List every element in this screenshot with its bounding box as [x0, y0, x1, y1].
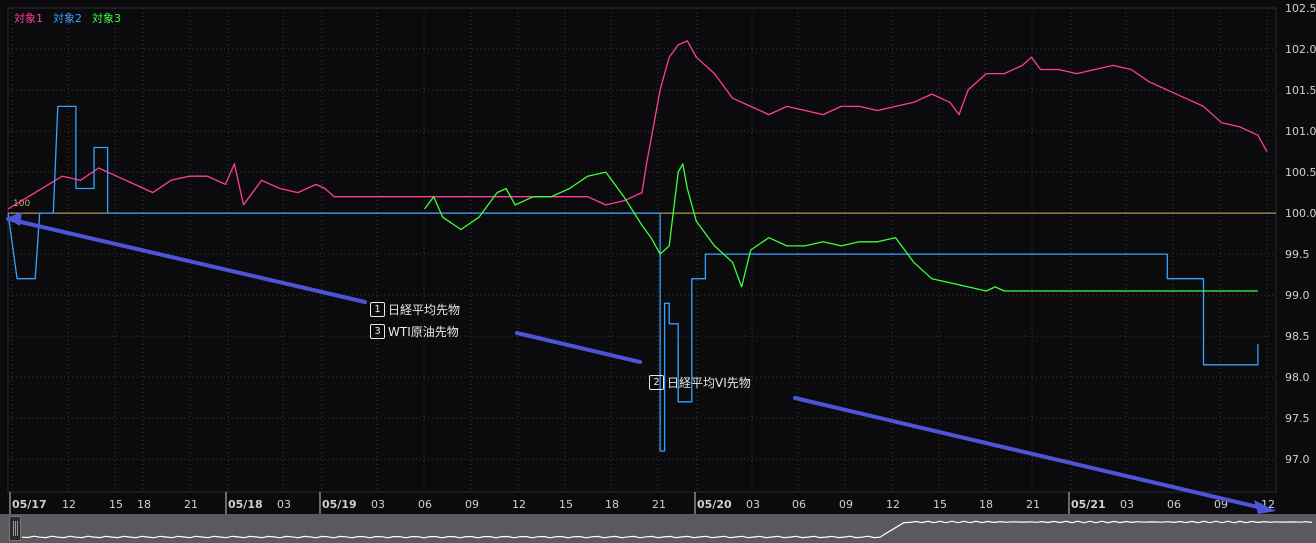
- x-tick-label: 05/19: [322, 498, 357, 511]
- x-tick-label: 15: [559, 498, 573, 511]
- y-tick-label: 97.0: [1285, 453, 1310, 466]
- plot-frame: [7, 7, 1277, 493]
- x-tick-label: 18: [979, 498, 993, 511]
- x-tick-label: 15: [109, 498, 123, 511]
- x-tick-label: 06: [792, 498, 806, 511]
- x-tick-label: 05/21: [1071, 498, 1106, 511]
- x-tick-label: 18: [605, 498, 619, 511]
- y-tick-label: 98.0: [1285, 371, 1310, 384]
- y-tick-label: 98.5: [1285, 330, 1310, 343]
- x-tick-label: 12: [62, 498, 76, 511]
- x-tick-label: 03: [746, 498, 760, 511]
- annotation-number-3: 3: [370, 324, 385, 339]
- y-tick-label: 99.0: [1285, 289, 1310, 302]
- annotation-nikkei: 1 日経平均先物: [370, 301, 460, 318]
- annotation-text-3: WTI原油先物: [388, 325, 459, 339]
- legend-item-3[interactable]: 対象3: [92, 10, 121, 26]
- y-tick-label: 102.5: [1285, 2, 1316, 15]
- x-tick-label: 06: [1167, 498, 1181, 511]
- y-tick-label: 101.0: [1285, 125, 1316, 138]
- overview-sparkline: [21, 520, 1313, 539]
- x-tick-label: 05/17: [12, 498, 47, 511]
- annotation-wti: 3 WTI原油先物: [370, 323, 459, 340]
- x-tick-label: 05/20: [697, 498, 732, 511]
- x-tick-label: 05/18: [228, 498, 263, 511]
- chart-svg: 102.5 102.0 101.5 101.0 100.5 100.0 99.5 99.0 98…: [6, 2, 1316, 514]
- y-tick-label: 99.5: [1285, 248, 1310, 261]
- x-tick-label: 12: [512, 498, 526, 511]
- x-tick-label: 21: [1026, 498, 1040, 511]
- trend-arrow-segment: [515, 331, 642, 364]
- annotation-text-2: 日経平均VI先物: [667, 376, 751, 390]
- x-tick-label: 15: [933, 498, 947, 511]
- x-tick-label: 18: [137, 498, 151, 511]
- y-tick-label: 100.0: [1285, 207, 1316, 220]
- legend: 対象1 対象2 対象3: [14, 10, 121, 26]
- legend-item-2[interactable]: 対象2: [53, 10, 82, 26]
- trend-arrow-segment: [6, 217, 367, 304]
- series-line-2: [7, 105, 1259, 452]
- x-tick-label: 21: [652, 498, 666, 511]
- x-tick-label: 09: [839, 498, 853, 511]
- annotation-number-1: 1: [370, 302, 385, 317]
- chart-area: 102.5 102.0 101.5 101.0 100.5 100.0 99.5 99.0 98…: [0, 0, 1316, 543]
- annotation-nikkei-vi: 2 日経平均VI先物: [649, 374, 751, 391]
- annotation-text-1: 日経平均先物: [388, 303, 461, 317]
- annotation-number-2: 2: [649, 375, 664, 390]
- series-line-1: [7, 40, 1268, 210]
- y-tick-label: 97.5: [1285, 412, 1310, 425]
- y-tick-label: 100.5: [1285, 166, 1316, 179]
- legend-item-1[interactable]: 対象1: [14, 10, 43, 26]
- x-tick-label: 12: [886, 498, 900, 511]
- x-tick-label: 03: [371, 498, 385, 511]
- x-tick-label: 21: [184, 498, 198, 511]
- y-tick-label: 102.0: [1285, 43, 1316, 56]
- x-tick-label: 06: [418, 498, 432, 511]
- x-tick-label: 03: [1120, 498, 1134, 511]
- y-tick-label: 101.5: [1285, 84, 1316, 97]
- x-tick-label: 03: [277, 498, 291, 511]
- overview-scrollbar[interactable]: [0, 514, 1316, 543]
- series-line-3: [424, 163, 1258, 292]
- x-tick-label: 09: [465, 498, 479, 511]
